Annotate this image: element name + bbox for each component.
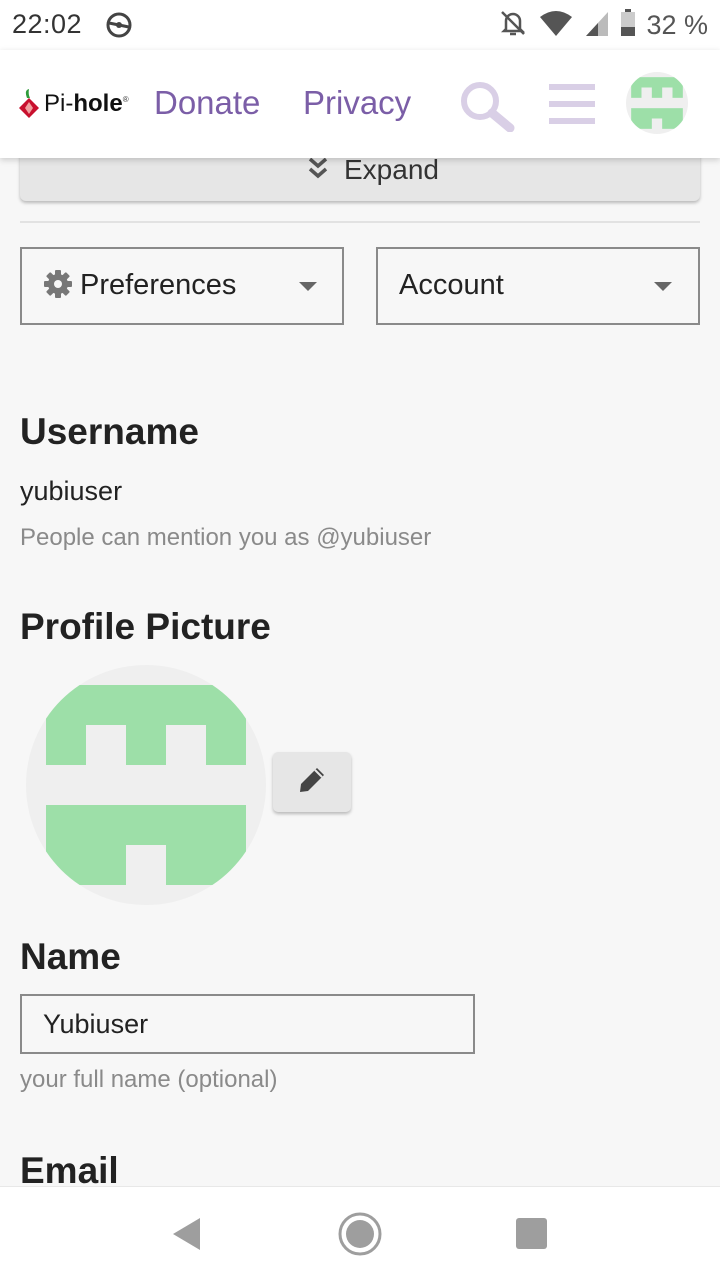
privacy-link[interactable]: Privacy [303, 84, 411, 122]
profile-picture-title: Profile Picture [20, 606, 271, 647]
gear-icon [43, 269, 73, 304]
search-icon[interactable] [458, 80, 516, 137]
signal-icon [584, 8, 610, 43]
pihole-logo-icon [19, 89, 39, 118]
double-chevron-down-icon [308, 157, 328, 184]
status-time: 22:02 [12, 9, 83, 39]
chevron-down-icon [299, 282, 317, 291]
account-select[interactable]: Account [376, 247, 700, 325]
home-icon[interactable] [337, 1211, 383, 1262]
back-icon[interactable] [172, 1217, 202, 1256]
expand-label: Expand [344, 154, 439, 185]
preferences-select-label: Preferences [80, 269, 237, 301]
name-hint: your full name (optional) [20, 1066, 278, 1093]
name-input[interactable] [20, 994, 475, 1054]
name-title: Name [20, 936, 121, 977]
username-value: yubiuser [20, 476, 123, 506]
recent-apps-icon[interactable] [516, 1218, 547, 1249]
android-nav-bar [0, 1186, 720, 1280]
chevron-down-icon [654, 282, 672, 291]
battery-percent: 32 % [646, 10, 708, 40]
avatar[interactable] [626, 72, 688, 134]
wifi-icon [538, 8, 574, 43]
username-hint: People can mention you as @yubiuser [20, 524, 432, 551]
sync-icon [104, 10, 134, 45]
edit-profile-picture-button[interactable] [273, 752, 351, 812]
profile-picture [26, 665, 266, 905]
divider [20, 221, 700, 223]
battery-icon [620, 8, 636, 43]
app-header: Pi-hole® Donate Privacy [0, 50, 720, 158]
pencil-icon [297, 765, 327, 800]
hamburger-menu-icon[interactable] [549, 84, 597, 129]
bell-off-icon [498, 8, 528, 43]
username-title: Username [20, 411, 199, 452]
logo-text: Pi-hole® [44, 90, 129, 117]
pihole-logo[interactable]: Pi-hole® [18, 88, 129, 120]
preferences-select[interactable]: Preferences [20, 247, 344, 325]
status-bar: 22:02 32 % [0, 0, 720, 50]
donate-link[interactable]: Donate [154, 84, 260, 122]
account-select-label: Account [399, 269, 504, 301]
